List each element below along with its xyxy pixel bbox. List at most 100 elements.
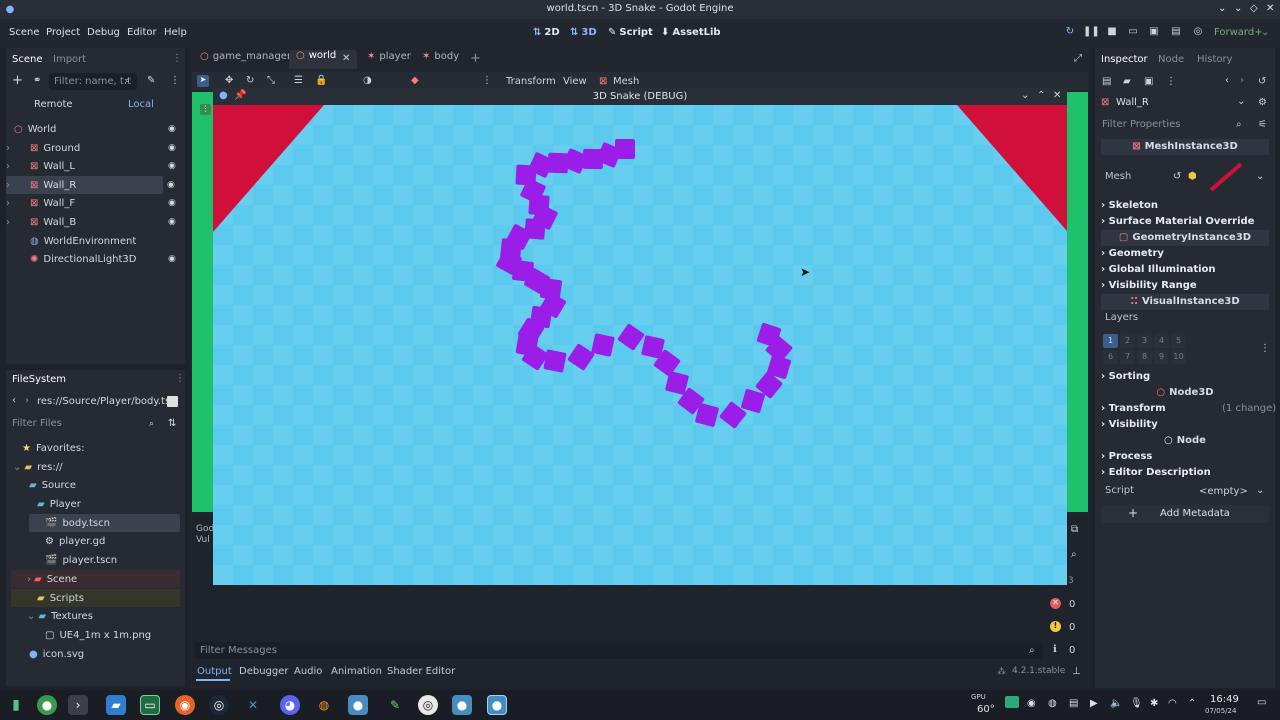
section-process[interactable]: › Process	[1101, 451, 1269, 462]
chevron-down-icon[interactable]: ⌄	[1237, 96, 1245, 107]
transform-menu[interactable]: Transform	[506, 76, 556, 87]
menu-editor[interactable]: Editor	[127, 27, 157, 38]
menu-debug[interactable]: Debug	[87, 27, 120, 38]
visibility-eye-icon[interactable]: ◉	[168, 161, 178, 171]
bluetooth-icon[interactable]: ✱	[1150, 698, 1158, 709]
section-editor-description[interactable]: › Editor Description	[1101, 467, 1269, 478]
inspected-node-name[interactable]: Wall_R	[1116, 97, 1149, 108]
search-icon[interactable]: ⌕	[1071, 549, 1077, 560]
section-global-illumination[interactable]: › Global Illumination	[1101, 264, 1269, 275]
tab-game-manager[interactable]: ○ game_manager	[193, 51, 291, 69]
chevron-up-icon[interactable]: ⌃	[1188, 698, 1196, 709]
play-scene-icon[interactable]: ▣	[1146, 26, 1162, 40]
section-sorting[interactable]: › Sorting	[1101, 371, 1269, 382]
pin-icon[interactable]: ⊥	[1072, 666, 1081, 677]
tree-row-wall-b[interactable]: › ⊠ Wall_B ◉	[6, 213, 180, 231]
save-icon[interactable]: ▣	[1144, 76, 1153, 87]
warning-icon[interactable]: !	[1050, 621, 1061, 632]
rotate-tool-icon[interactable]: ↻	[246, 75, 254, 86]
fs-scripts-folder[interactable]: ▰ Scripts	[11, 589, 180, 607]
back-icon[interactable]: ‹	[1225, 75, 1229, 86]
split-mode-icon[interactable]	[167, 396, 178, 407]
section-surface-material-override[interactable]: › Surface Material Override	[1101, 216, 1269, 227]
tree-row-ground[interactable]: › ⊠ Ground ◉	[6, 139, 180, 157]
mode-2d-button[interactable]: ⇅ 2D	[533, 27, 560, 38]
minimize-icon[interactable]: ⌄	[1234, 3, 1242, 14]
tab-shader-editor[interactable]: Shader Editor	[387, 666, 455, 677]
renderer-select[interactable]: Forward+	[1214, 27, 1263, 38]
show-desktop-icon[interactable]: ▭	[1257, 697, 1266, 708]
layer-cell[interactable]: 10	[1171, 350, 1186, 364]
visibility-eye-icon[interactable]: ◉	[168, 198, 178, 208]
app-launcher-icon[interactable]: ▮	[6, 695, 26, 715]
filter-properties-input[interactable]: Filter Properties	[1097, 116, 1251, 133]
steam-icon[interactable]: ◎	[209, 695, 229, 715]
tray-icon[interactable]: ◍	[1048, 698, 1057, 709]
filter-messages-input[interactable]: Filter Messages	[195, 642, 1043, 659]
more-icon[interactable]: ⋮	[1260, 343, 1270, 354]
app-icon[interactable]: ●	[37, 695, 57, 715]
fs-body-file[interactable]: 🎬 body.tscn	[29, 514, 180, 532]
more-icon[interactable]: ⋮	[170, 75, 180, 86]
window-icon[interactable]: ▭	[140, 695, 160, 715]
section-visibility[interactable]: › Visibility	[1101, 419, 1269, 430]
copy-icon[interactable]: ⧉	[1071, 524, 1078, 535]
fs-favorites[interactable]: ★ Favorites:	[22, 439, 196, 457]
godot-icon[interactable]: ●	[348, 695, 368, 715]
chevron-down-icon[interactable]: ⌄	[1218, 3, 1226, 14]
sort-icon[interactable]: ⇅	[168, 418, 176, 429]
fs-textures-folder[interactable]: ⌄ ▰ Textures	[27, 607, 201, 625]
tab-player[interactable]: ✶ player	[362, 51, 417, 69]
remote-toggle[interactable]: Remote	[34, 99, 73, 110]
game-viewport[interactable]: ➤	[213, 105, 1067, 585]
object-props-icon[interactable]: ⚙	[1258, 97, 1267, 108]
tree-row-world[interactable]: ○ World ◉	[6, 120, 180, 138]
tab-history[interactable]: History	[1197, 54, 1233, 65]
distraction-free-icon[interactable]: ⤢	[1074, 53, 1082, 64]
select-tool-icon[interactable]: ➤	[197, 75, 209, 87]
layer-cell[interactable]: 8	[1137, 350, 1152, 364]
tab-inspector[interactable]: Inspector	[1101, 54, 1148, 65]
fs-res-root[interactable]: ⌄ ▰ res://	[13, 458, 187, 476]
obs-icon[interactable]: ◎	[418, 695, 438, 715]
monitor-icon[interactable]	[1005, 696, 1019, 708]
visibility-eye-icon[interactable]: ◉	[168, 124, 178, 134]
preview-icon[interactable]: ◆	[411, 75, 419, 86]
filter-files-input[interactable]: Filter Files	[7, 415, 163, 432]
tab-debugger[interactable]: Debugger	[239, 666, 289, 677]
history-icon[interactable]: ↺	[1258, 76, 1266, 87]
layer-cell[interactable]: 5	[1171, 334, 1186, 348]
info-icon[interactable]: ℹ	[1053, 644, 1057, 655]
tree-row-wall-f[interactable]: › ⊠ Wall_F ◉	[6, 194, 180, 212]
add-tab-icon[interactable]: +	[470, 51, 481, 66]
script-value[interactable]: <empty>	[1199, 486, 1248, 497]
fs-icon-svg[interactable]: ● icon.svg	[29, 645, 203, 663]
tab-scene[interactable]: Scene	[12, 54, 43, 65]
forward-icon[interactable]: ›	[25, 395, 29, 406]
close-icon[interactable]: ✕	[1053, 90, 1061, 101]
blender-icon[interactable]: ◍	[314, 695, 334, 715]
mesh-preview[interactable]	[1207, 160, 1247, 194]
vscode-icon[interactable]: ✕	[243, 695, 263, 715]
mode-assetlib-button[interactable]: ⬇ AssetLib	[661, 27, 721, 38]
link-icon[interactable]: ⚭	[33, 75, 41, 86]
maximize-icon[interactable]: ◇	[1250, 3, 1258, 14]
section-geometry[interactable]: › Geometry	[1101, 248, 1269, 259]
move-tool-icon[interactable]: ✥	[225, 75, 233, 86]
visibility-eye-icon[interactable]: ◉	[167, 180, 175, 190]
mode-3d-button[interactable]: ⇅ 3D	[570, 27, 597, 38]
mesh-menu[interactable]: Mesh	[613, 76, 639, 87]
fs-player-folder[interactable]: ▰ Player	[37, 495, 211, 513]
discord-icon[interactable]: ◕	[280, 695, 300, 715]
clipboard-icon[interactable]: ▤	[1069, 698, 1078, 709]
script-add-icon[interactable]: ✎	[147, 75, 155, 86]
visibility-eye-icon[interactable]: ◉	[168, 254, 178, 264]
reload-icon[interactable]: ↻	[1062, 26, 1078, 40]
tree-row-wall-l[interactable]: › ⊠ Wall_L ◉	[6, 157, 180, 175]
close-tab-icon[interactable]: ✕	[342, 53, 350, 64]
error-icon[interactable]: ✕	[1050, 598, 1061, 609]
menu-project[interactable]: Project	[46, 27, 80, 38]
tab-body[interactable]: ✶ body	[417, 51, 467, 69]
mode-script-button[interactable]: ✎ Script	[608, 27, 653, 38]
tree-row-wall-r[interactable]: › ⊠ Wall_R	[6, 176, 163, 194]
